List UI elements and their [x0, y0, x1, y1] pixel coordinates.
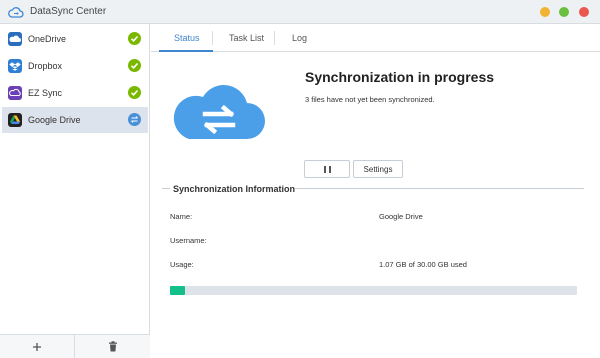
settings-button-label: Settings	[363, 165, 393, 174]
window-title: DataSync Center	[30, 6, 107, 17]
tab-task-list[interactable]: Task List	[229, 33, 264, 43]
tab-bar: Status Task List Log	[151, 24, 600, 52]
tab-log[interactable]: Log	[292, 33, 307, 43]
section-divider	[295, 188, 584, 189]
title-bar: DataSync Center	[0, 0, 600, 24]
delete-task-button[interactable]	[75, 335, 150, 358]
pause-icon	[324, 166, 326, 173]
sidebar-item-label: Google Drive	[28, 115, 81, 125]
sync-status-subtitle: 3 files have not yet been synchronized.	[305, 95, 435, 104]
plus-icon	[33, 343, 41, 351]
synced-check-icon	[128, 32, 141, 45]
tab-divider	[212, 31, 213, 45]
tab-divider	[274, 31, 275, 45]
google-drive-icon	[8, 113, 22, 127]
ez-sync-icon	[8, 86, 22, 100]
sync-status-title: Synchronization in progress	[305, 69, 495, 85]
main-panel: Status Task List Log Synchronization in …	[151, 24, 600, 358]
cloud-sync-icon	[173, 85, 265, 139]
close-button[interactable]	[579, 7, 589, 17]
sidebar: OneDrive Dropbox EZ Sync Google Drive	[0, 24, 150, 358]
minimize-button[interactable]	[540, 7, 550, 17]
usage-label: Usage:	[170, 260, 194, 269]
name-value: Google Drive	[379, 212, 423, 221]
sidebar-footer	[0, 334, 150, 358]
trash-icon	[109, 341, 117, 352]
sidebar-item-dropbox[interactable]: Dropbox	[2, 53, 148, 79]
sidebar-item-label: OneDrive	[28, 34, 67, 44]
sidebar-item-onedrive[interactable]: OneDrive	[2, 26, 148, 52]
synced-check-icon	[128, 86, 141, 99]
tab-status[interactable]: Status	[174, 33, 200, 43]
usage-value: 1.07 GB of 30.00 GB used	[379, 260, 467, 269]
synced-check-icon	[128, 59, 141, 72]
app-cloud-icon	[8, 7, 24, 18]
usage-progress-fill	[170, 286, 185, 295]
section-divider	[162, 188, 170, 189]
usage-progress-bar	[170, 286, 577, 295]
syncing-arrows-icon	[128, 113, 141, 126]
name-label: Name:	[170, 212, 193, 221]
settings-button[interactable]: Settings	[353, 160, 403, 178]
onedrive-icon	[8, 32, 22, 46]
add-task-button[interactable]	[0, 335, 75, 358]
sidebar-item-label: EZ Sync	[28, 88, 63, 98]
dropbox-icon	[8, 59, 22, 73]
username-label: Username:	[170, 236, 207, 245]
sync-info-heading: Synchronization Information	[173, 184, 296, 194]
datasync-window: DataSync Center OneDrive Dropbox EZ Sync…	[0, 0, 600, 358]
sidebar-item-google-drive[interactable]: Google Drive	[2, 107, 148, 133]
sidebar-item-label: Dropbox	[28, 61, 63, 71]
active-tab-indicator	[159, 50, 213, 52]
maximize-button[interactable]	[559, 7, 569, 17]
sidebar-item-ez-sync[interactable]: EZ Sync	[2, 80, 148, 106]
pause-icon	[329, 166, 331, 173]
pause-button[interactable]	[304, 160, 350, 178]
